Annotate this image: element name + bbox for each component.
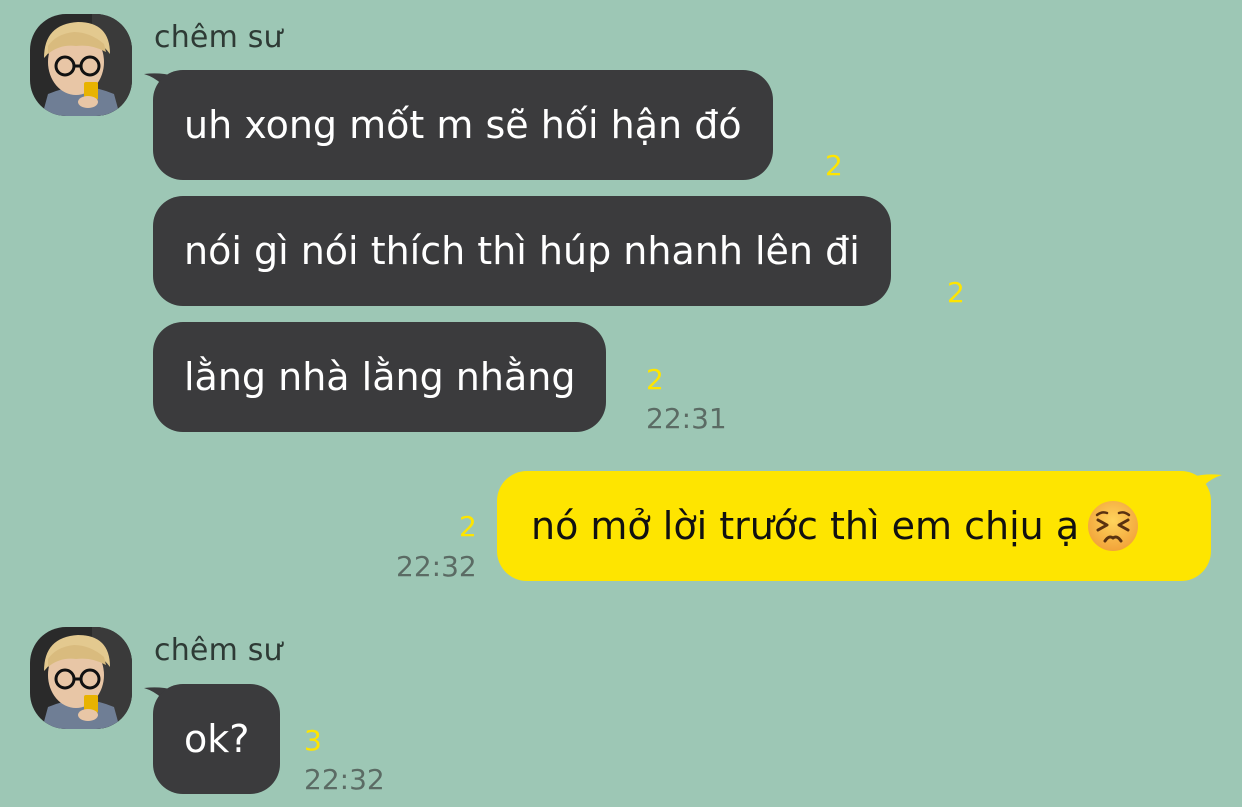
- unread-count: 2: [825, 149, 843, 182]
- message-time: 22:31: [646, 402, 727, 435]
- message-text: lằng nhà lằng nhằng: [184, 355, 576, 399]
- message-bubble[interactable]: nó mở lời trước thì em chịu ạ: [497, 471, 1211, 581]
- unread-count: 2: [646, 363, 664, 396]
- message-bubble[interactable]: nói gì nói thích thì húp nhanh lên đi: [153, 196, 891, 306]
- message-text: uh xong mốt m sẽ hối hận đó: [184, 103, 742, 147]
- avatar[interactable]: [30, 627, 132, 729]
- sender-name: chêm sư: [154, 633, 283, 668]
- unread-count: 2: [947, 276, 965, 309]
- message-text: ok?: [184, 717, 250, 761]
- message-bubble[interactable]: ok?: [153, 684, 281, 794]
- message-text: nói gì nói thích thì húp nhanh lên đi: [184, 229, 860, 273]
- unread-count: 2: [459, 510, 477, 543]
- message-bubble[interactable]: lằng nhà lằng nhằng: [153, 322, 607, 432]
- user-avatar-icon: [30, 627, 132, 729]
- sender-name: chêm sư: [154, 20, 283, 55]
- user-avatar-icon: [30, 14, 132, 116]
- persevering-face-emoji-icon: [1088, 500, 1139, 551]
- message-text: nó mở lời trước thì em chịu ạ: [531, 504, 1080, 548]
- message-bubble[interactable]: uh xong mốt m sẽ hối hận đó: [153, 70, 773, 180]
- avatar[interactable]: [30, 14, 132, 116]
- message-time: 22:32: [396, 550, 477, 583]
- message-time: 22:32: [304, 763, 385, 796]
- unread-count: 3: [304, 724, 322, 757]
